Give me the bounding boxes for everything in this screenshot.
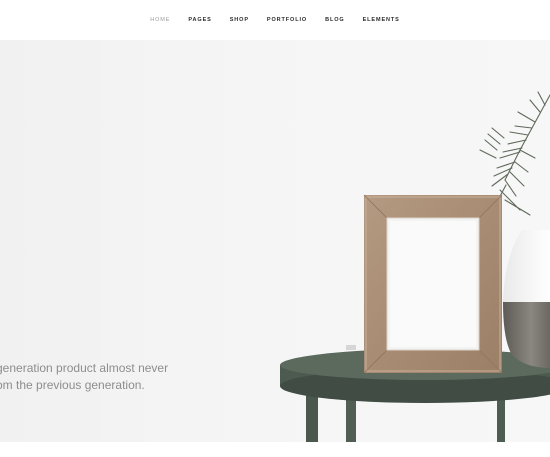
nav-item-blog[interactable]: BLOG xyxy=(316,17,354,23)
site-header: HOME PAGES SHOP PORTFOLIO BLOG ELEMENTS xyxy=(0,0,550,40)
hero-caption-line-2: om the previous generation. xyxy=(0,378,145,392)
picture-frame xyxy=(346,194,503,374)
nav-item-elements[interactable]: ELEMENTS xyxy=(354,17,409,23)
nav-item-shop[interactable]: SHOP xyxy=(221,17,258,23)
main-nav: HOME PAGES SHOP PORTFOLIO BLOG ELEMENTS xyxy=(0,0,550,40)
nav-item-pages[interactable]: PAGES xyxy=(179,17,220,23)
page-bottom xyxy=(0,442,550,457)
nav-item-portfolio[interactable]: PORTFOLIO xyxy=(258,17,316,23)
nav-item-home[interactable]: HOME xyxy=(141,17,179,23)
vase xyxy=(503,230,550,368)
hero-caption: generation product almost never om the p… xyxy=(0,360,168,394)
hero-slider: generation product almost never om the p… xyxy=(0,40,550,442)
hero-caption-line-1: generation product almost never xyxy=(0,361,169,375)
